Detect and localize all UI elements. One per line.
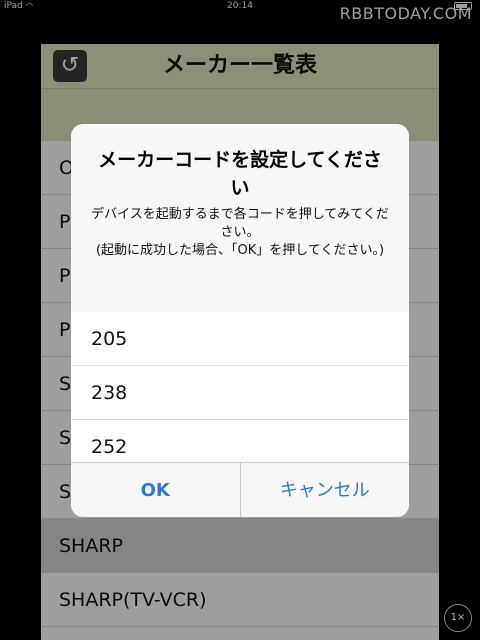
- code-item[interactable]: 205: [71, 312, 409, 366]
- code-item[interactable]: 252: [71, 420, 409, 462]
- ok-button[interactable]: OK: [71, 463, 241, 517]
- dialog-buttons: OK キャンセル: [71, 462, 409, 517]
- code-item[interactable]: 238: [71, 366, 409, 420]
- dialog-message: デバイスを起動するまで各コードを押してみてください。 (起動に成功した場合、「O…: [91, 207, 389, 258]
- dialog-title: メーカーコードを設定してください: [98, 149, 382, 199]
- zoom-button[interactable]: 1×: [444, 604, 472, 632]
- maker-code-dialog: メーカーコードを設定してください デバイスを起動するまで各コードを押してみてくだ…: [71, 124, 409, 517]
- cancel-button[interactable]: キャンセル: [241, 463, 410, 517]
- code-list: 205 238 252: [71, 312, 409, 462]
